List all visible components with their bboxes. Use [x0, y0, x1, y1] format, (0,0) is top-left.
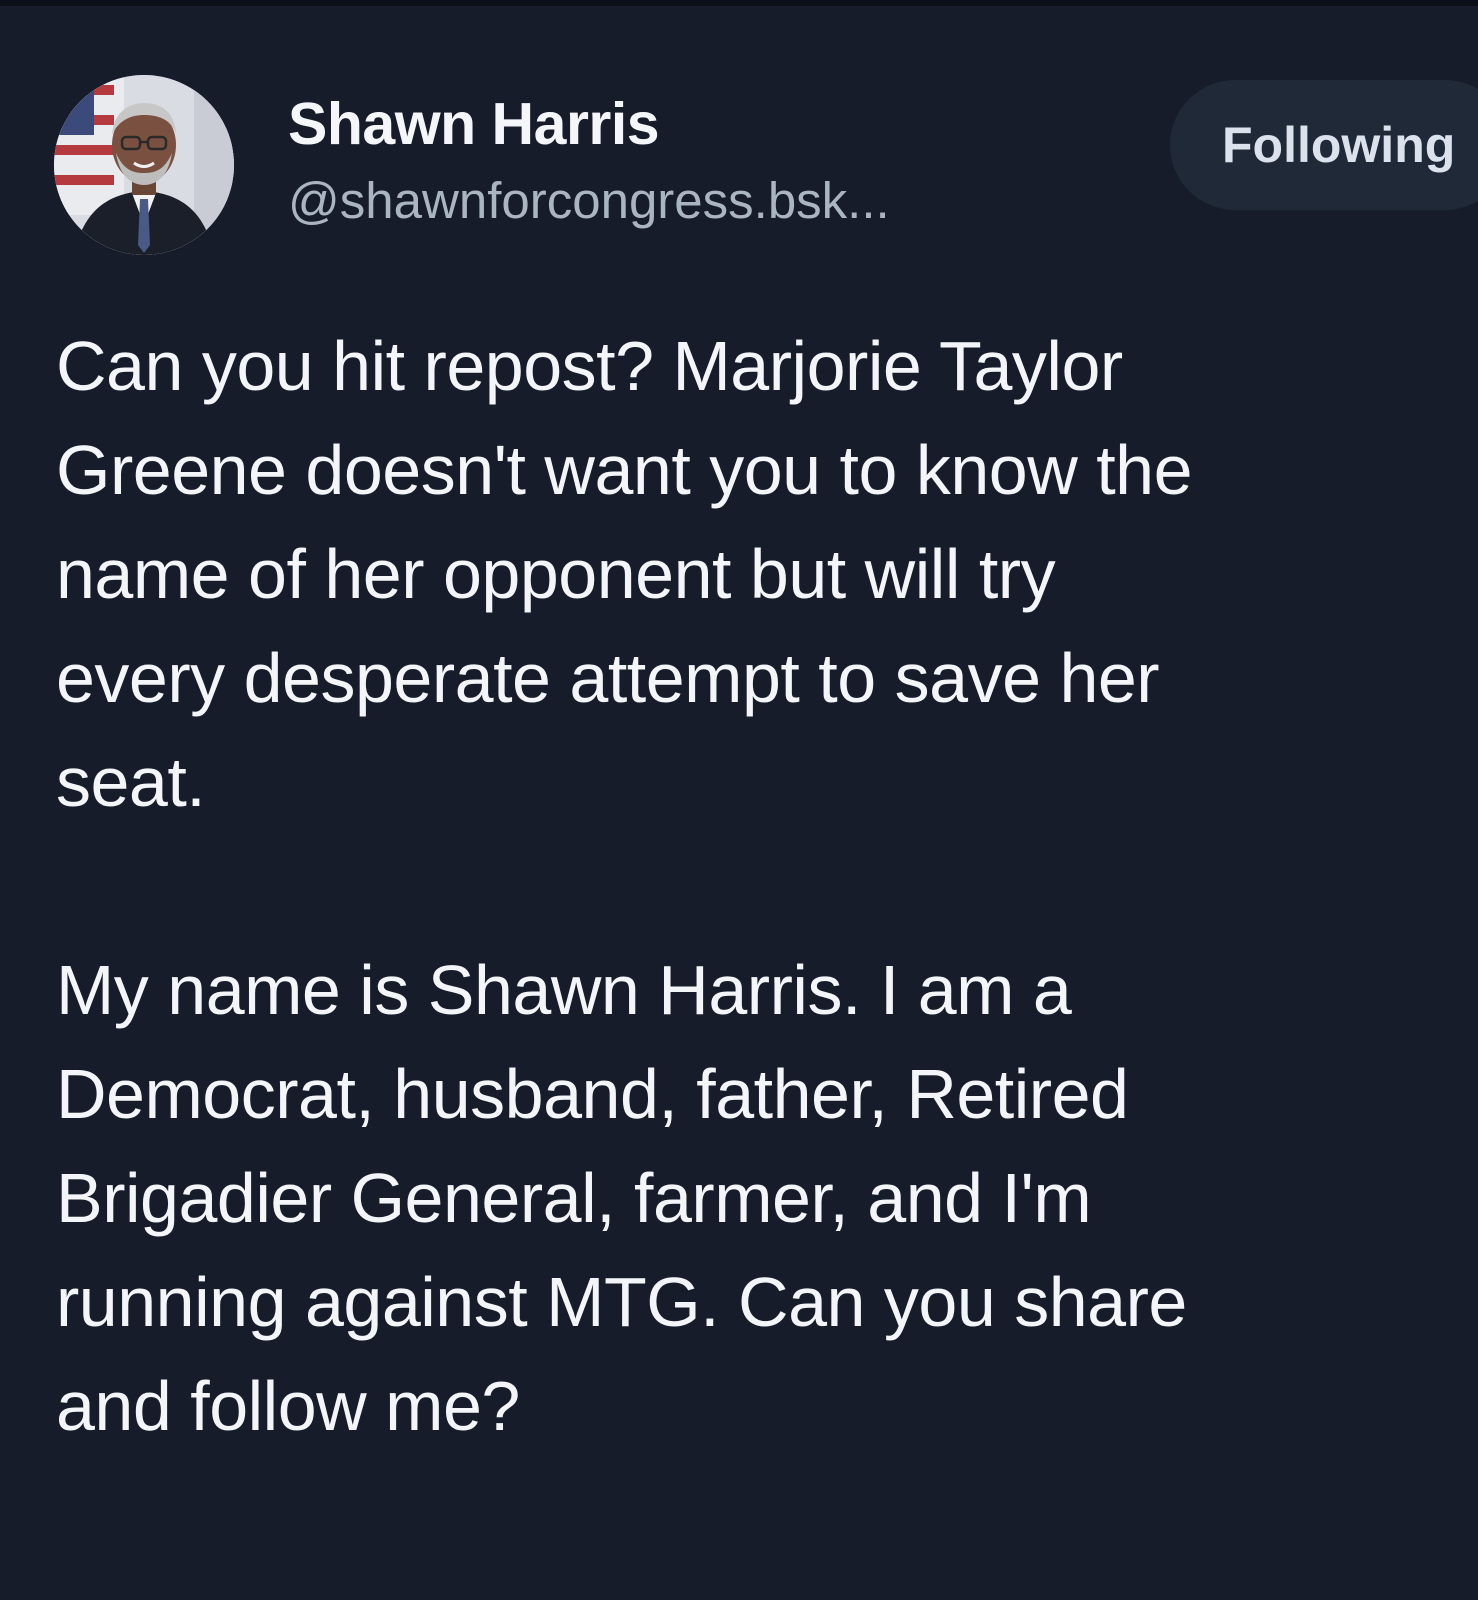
post-text-line: Democrat, husband, father, Retired	[56, 1055, 1129, 1133]
post-text-line: every desperate attempt to save her	[56, 639, 1160, 717]
post-text-line: Greene doesn't want you to know the	[56, 431, 1193, 509]
top-border	[0, 0, 1478, 6]
post-text-line: Brigadier General, farmer, and I'm	[56, 1159, 1092, 1237]
author-block[interactable]: Shawn Harris @shawnforcongress.bsk...	[288, 86, 890, 234]
post-text: Can you hit repost? Marjorie Taylor Gree…	[56, 314, 1466, 1458]
post-text-line: Can you hit repost? Marjorie Taylor	[56, 327, 1123, 405]
avatar[interactable]	[54, 75, 234, 255]
post-text-line: running against MTG. Can you share	[56, 1263, 1187, 1341]
post-text-line: and follow me?	[56, 1367, 520, 1445]
post-text-line: seat.	[56, 743, 206, 821]
following-button[interactable]: Following	[1170, 80, 1478, 210]
post-card: Shawn Harris @shawnforcongress.bsk... Fo…	[0, 0, 1478, 1600]
author-display-name[interactable]: Shawn Harris	[288, 86, 890, 162]
post-text-line: My name is Shawn Harris. I am a	[56, 951, 1072, 1029]
post-paragraph-1: Can you hit repost? Marjorie Taylor Gree…	[56, 314, 1466, 834]
post-text-line: name of her opponent but will try	[56, 535, 1056, 613]
post-paragraph-2: My name is Shawn Harris. I am a Democrat…	[56, 938, 1466, 1458]
avatar-portrait-icon	[54, 75, 234, 255]
author-handle[interactable]: @shawnforcongress.bsk...	[288, 168, 890, 234]
